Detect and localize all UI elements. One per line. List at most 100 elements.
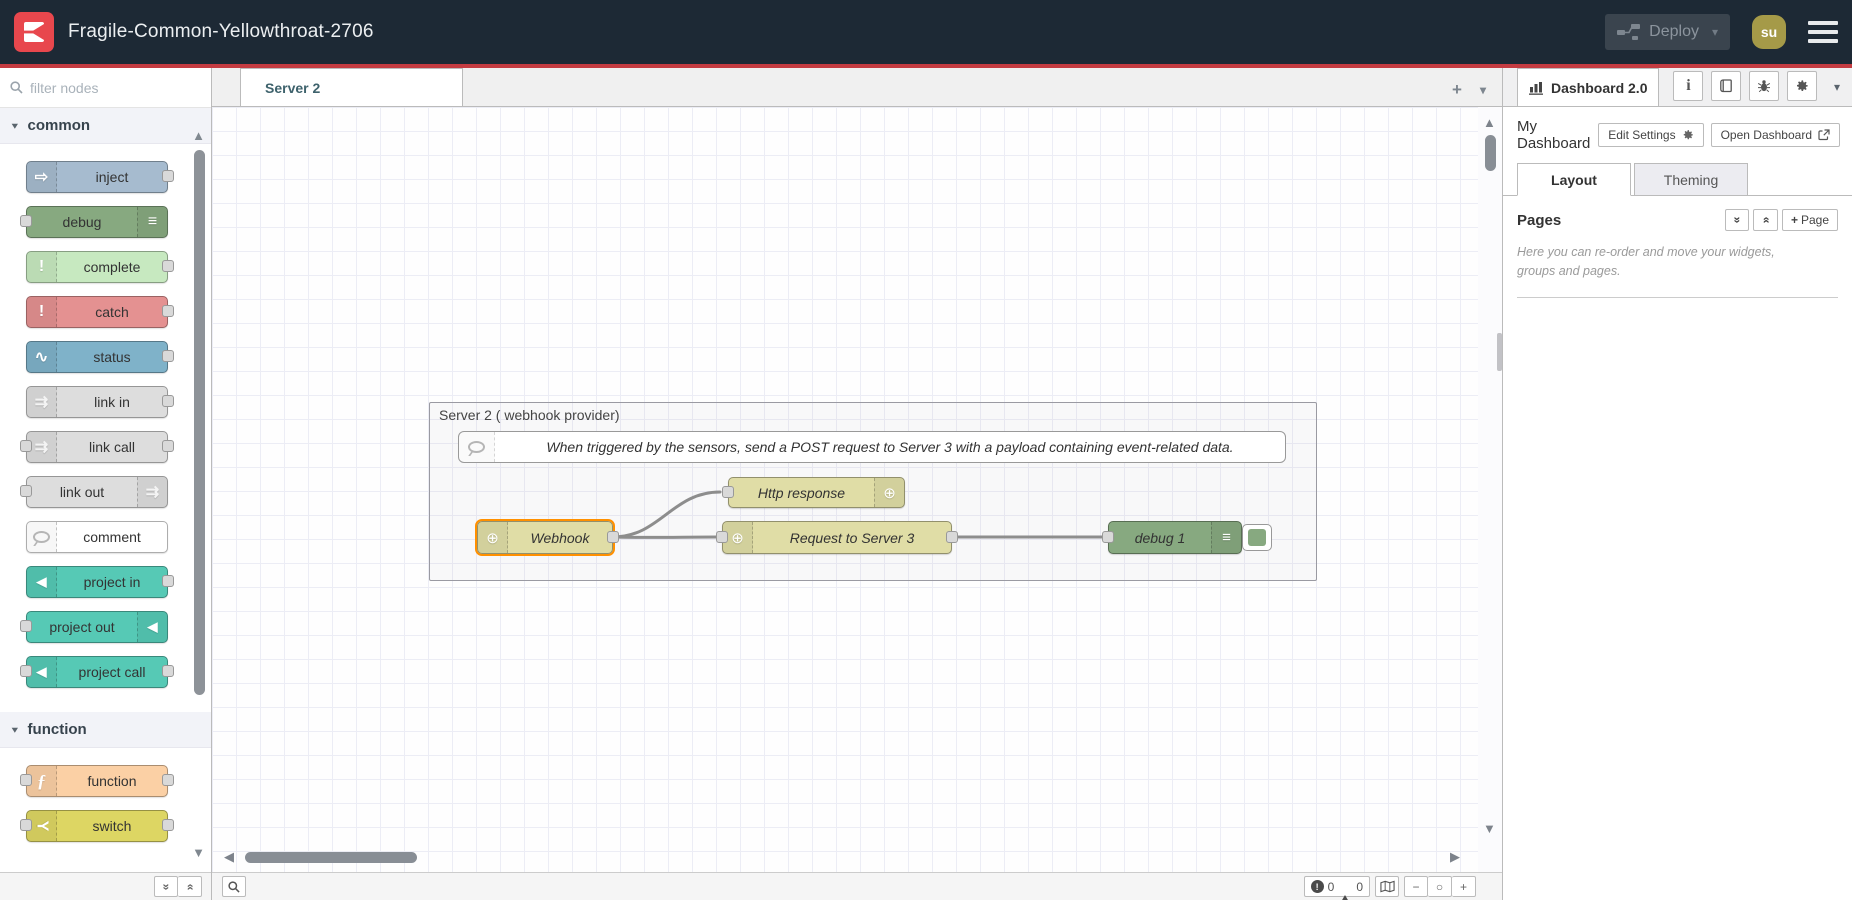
canvas-vertical-scrollbar[interactable]: ▲ ▼ [1478, 107, 1502, 872]
debug-enable-toggle[interactable] [1242, 524, 1272, 551]
palette-node-project-call[interactable]: ◀ project call [26, 656, 168, 688]
palette-collapse-all-button[interactable]: » [154, 876, 178, 897]
flow-tab-label: Server 2 [265, 80, 320, 96]
palette-node-label: complete [57, 252, 167, 282]
palette-scroll-up-icon[interactable]: ▲ [192, 128, 205, 143]
palette-node-switch[interactable]: Y switch [26, 810, 168, 842]
scroll-right-icon[interactable]: ▶ [1450, 849, 1460, 865]
config-tab-button[interactable] [1787, 71, 1817, 101]
palette-node-function[interactable]: ƒ function [26, 765, 168, 797]
input-port [20, 440, 32, 452]
palette-node-catch[interactable]: ! catch [26, 296, 168, 328]
pages-help-text: Here you can re-order and move your widg… [1517, 243, 1812, 282]
debug-tab-button[interactable] [1749, 71, 1779, 101]
edit-settings-label: Edit Settings [1608, 128, 1675, 142]
tab-layout[interactable]: Layout [1517, 163, 1631, 196]
main-menu-button[interactable] [1808, 17, 1838, 47]
move-page-down-button[interactable]: » [1753, 209, 1778, 231]
link-arrow-icon: ⇉ [27, 387, 57, 417]
info-tab-button[interactable]: i [1673, 71, 1703, 101]
output-port[interactable] [946, 531, 958, 543]
vertical-scrollbar-thumb[interactable] [1485, 135, 1496, 171]
input-port [20, 620, 32, 632]
palette-node-inject[interactable]: ⇨ inject [26, 161, 168, 193]
output-port[interactable] [607, 531, 619, 543]
canvas-footer: ! 0 ! 0 − ○ + [212, 872, 1502, 900]
node-http-response[interactable]: Http response ⊕ [728, 477, 905, 508]
palette-node-link-in[interactable]: ⇉ link in [26, 386, 168, 418]
bar-chart-icon [1529, 81, 1544, 95]
filter-nodes-input[interactable] [30, 80, 180, 96]
palette-node-project-in[interactable]: ◀ project in [26, 566, 168, 598]
sidebar-tab-label: Dashboard 2.0 [1551, 80, 1647, 96]
palette-node-label: link call [57, 432, 167, 462]
open-dashboard-button[interactable]: Open Dashboard [1711, 123, 1840, 147]
zoom-out-button[interactable]: − [1404, 876, 1428, 897]
palette-node-comment[interactable]: comment [26, 521, 168, 553]
palette-node-debug[interactable]: ≡ debug [26, 206, 168, 238]
input-port[interactable] [722, 486, 734, 498]
deploy-button[interactable]: Deploy ▾ [1605, 14, 1730, 50]
palette-node-link-out[interactable]: ⇉ link out [26, 476, 168, 508]
flow-tab-server-2[interactable]: Server 2 [240, 68, 463, 106]
input-port [20, 665, 32, 677]
chevron-down-icon: ▾ [12, 724, 18, 734]
scroll-left-icon[interactable]: ◀ [224, 849, 234, 865]
tab-theming[interactable]: Theming [1634, 163, 1748, 196]
flow-list-chevron-icon[interactable]: ▾ [1480, 84, 1486, 96]
plus-icon: + [1791, 213, 1798, 227]
move-page-up-button[interactable]: » [1725, 209, 1750, 231]
palette-node-status[interactable]: ∿ status [26, 341, 168, 373]
scroll-up-icon[interactable]: ▲ [1483, 115, 1496, 130]
palette-scroll-down-icon[interactable]: ▼ [192, 845, 205, 860]
zoom-reset-button[interactable]: ○ [1428, 876, 1452, 897]
scroll-down-icon[interactable]: ▼ [1483, 821, 1496, 836]
palette-expand-all-button[interactable]: » [178, 876, 202, 897]
speech-bubble-icon [27, 522, 57, 552]
node-webhook-selected[interactable]: ⊕ Webhook [477, 521, 613, 554]
header: Fragile-Common-Yellowthroat-2706 Deploy … [0, 0, 1852, 68]
palette-category-common[interactable]: ▾ common [0, 108, 211, 144]
horizontal-scrollbar-thumb[interactable] [245, 852, 417, 863]
notifications-status[interactable]: ! 0 ! 0 [1304, 876, 1370, 897]
palette-category-function[interactable]: ▾ function [0, 712, 211, 748]
user-avatar[interactable]: su [1752, 15, 1786, 49]
input-port [20, 485, 32, 497]
deploy-options-chevron-icon[interactable]: ▾ [1712, 25, 1718, 39]
sidebar-resize-handle[interactable] [1497, 333, 1502, 371]
palette-scrollbar-thumb[interactable] [194, 150, 205, 695]
minimap-toggle-button[interactable] [1375, 876, 1399, 897]
palette-node-project-out[interactable]: ◀ project out [26, 611, 168, 643]
map-icon [1380, 880, 1395, 893]
add-page-label: Page [1801, 213, 1829, 227]
tab-layout-label: Layout [1551, 172, 1597, 188]
output-port [162, 819, 174, 831]
palette-node-label: switch [57, 811, 167, 841]
comment-node[interactable]: When triggered by the sensors, send a PO… [458, 431, 1286, 463]
project-logo-icon: ◀ [137, 612, 167, 642]
flow-canvas[interactable]: Server 2 ( webhook provider) When trigge… [212, 107, 1502, 872]
edit-settings-button[interactable]: Edit Settings [1598, 123, 1703, 147]
debug-list-icon: ≡ [137, 207, 167, 237]
add-flow-button[interactable]: + [1452, 81, 1462, 98]
sidebar-tabbar: Dashboard 2.0 i [1503, 68, 1852, 107]
palette-node-link-call[interactable]: ⇉ link call [26, 431, 168, 463]
project-logo-icon: ◀ [27, 567, 57, 597]
node-request-to-server-3[interactable]: ⊕ Request to Server 3 [722, 521, 952, 554]
sidebar-menu-chevron-icon[interactable]: ▾ [1834, 80, 1852, 106]
palette-search[interactable] [0, 68, 211, 108]
palette-node-label: link out [27, 477, 137, 507]
node-debug-1[interactable]: debug 1 ≡ [1108, 521, 1242, 554]
sidebar-tab-dashboard[interactable]: Dashboard 2.0 [1517, 68, 1659, 106]
gear-icon [1795, 79, 1809, 93]
chevron-down-icon: ▾ [12, 120, 18, 130]
output-port [162, 665, 174, 677]
zoom-in-button[interactable]: + [1452, 876, 1476, 897]
palette-node-complete[interactable]: ! complete [26, 251, 168, 283]
input-port[interactable] [716, 531, 728, 543]
canvas-search-button[interactable] [222, 876, 246, 897]
bug-icon [1757, 79, 1771, 93]
add-page-button[interactable]: + Page [1782, 209, 1838, 231]
help-tab-button[interactable] [1711, 71, 1741, 101]
input-port[interactable] [1102, 531, 1114, 543]
